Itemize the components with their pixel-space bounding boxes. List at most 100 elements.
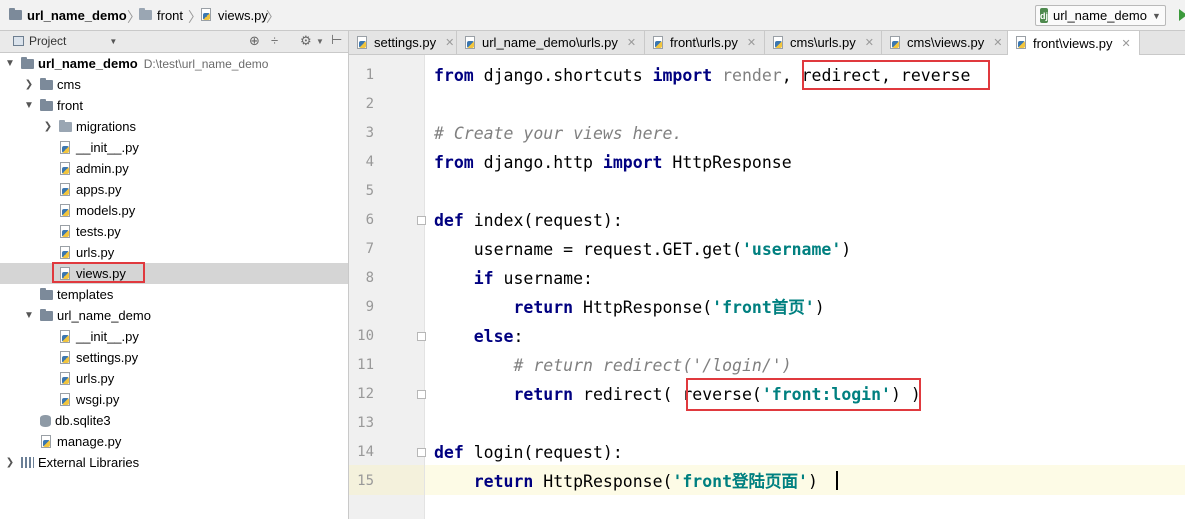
code-token: from — [434, 66, 474, 85]
tree-item[interactable]: urls.py — [0, 368, 390, 389]
editor-tab[interactable]: cms\views.py ✕ — [882, 31, 1008, 54]
code-line: if username: — [434, 264, 593, 293]
tree-item[interactable]: __init__.py — [0, 326, 390, 347]
breadcrumb-file[interactable]: views.py — [200, 0, 268, 30]
python-file-icon — [59, 203, 72, 218]
code-line: return HttpResponse('front首页') — [434, 293, 824, 322]
close-icon[interactable]: ✕ — [627, 36, 636, 49]
breadcrumb-project[interactable]: url_name_demo — [9, 0, 127, 30]
tree-item[interactable]: models.py — [0, 200, 390, 221]
tree-item[interactable]: wsgi.py — [0, 389, 390, 410]
chevron-right-icon[interactable]: ❯ — [4, 457, 16, 468]
folder-icon — [40, 77, 53, 90]
close-icon[interactable]: ✕ — [1121, 37, 1130, 50]
tree-item[interactable]: ❯ migrations — [0, 116, 390, 137]
code-token: import — [652, 66, 713, 85]
folder-icon — [59, 119, 72, 132]
tree-item[interactable]: ▼ url_name_demo — [0, 305, 371, 326]
hide-panel-icon[interactable]: ⊢ — [331, 32, 342, 48]
breadcrumb-front[interactable]: front — [139, 0, 183, 30]
annotation-highlight-views — [52, 262, 145, 283]
code-token: ) — [841, 240, 852, 259]
line-number: 3 — [365, 125, 374, 141]
folder-icon — [9, 8, 22, 20]
run-configuration-select[interactable]: dj url_name_demo ▼ — [1035, 5, 1166, 26]
tree-item[interactable]: ❯ External Libraries — [0, 452, 352, 473]
close-icon[interactable]: ✕ — [445, 36, 454, 49]
code-token: render — [712, 66, 782, 85]
chevron-down-icon[interactable]: ▼ — [23, 100, 35, 111]
chevron-down-icon[interactable]: ▼ — [23, 310, 35, 321]
line-number: 8 — [365, 270, 374, 286]
fold-marker-icon[interactable] — [417, 390, 426, 399]
tree-item-label: front — [57, 98, 84, 113]
folder-icon — [40, 98, 53, 111]
code-token: HttpResponse( — [573, 298, 713, 317]
chevron-down-icon[interactable]: ▼ — [4, 58, 16, 69]
code-token: import — [602, 153, 663, 172]
tree-item[interactable]: db.sqlite3 — [0, 410, 371, 431]
project-view-selector[interactable]: Project ▼ — [13, 34, 117, 48]
code-token: login(request): — [463, 443, 623, 462]
code-line: return HttpResponse('front登陆页面') — [434, 467, 818, 496]
gear-icon[interactable]: ⚙ — [300, 33, 312, 49]
fold-marker-icon[interactable] — [417, 448, 426, 457]
editor-tab[interactable]: front\urls.py ✕ — [645, 31, 765, 54]
folder-icon — [21, 56, 34, 69]
code-token: index(request): — [463, 211, 623, 230]
line-number: 13 — [357, 415, 374, 431]
project-panel-header: Project ▼ ⊕ ÷ ⚙ ▼ ⊢ — [0, 31, 348, 53]
tree-item[interactable]: __init__.py — [0, 137, 390, 158]
code-token: 'front登陆页面' — [672, 472, 808, 491]
python-file-icon — [200, 8, 213, 22]
chevron-right-icon[interactable]: ❯ — [23, 79, 35, 90]
code-line: # return redirect('/login/') — [434, 351, 791, 380]
editor-tab[interactable]: cms\urls.py ✕ — [765, 31, 882, 54]
tree-item[interactable]: ▼ front — [0, 95, 371, 116]
close-icon[interactable]: ✕ — [747, 36, 756, 49]
close-icon[interactable]: ✕ — [993, 36, 1002, 49]
line-number: 4 — [365, 154, 374, 170]
editor-tab[interactable]: url_name_demo\urls.py ✕ — [457, 31, 645, 54]
chevron-down-icon[interactable]: ▼ — [316, 37, 324, 46]
fold-marker-icon[interactable] — [417, 332, 426, 341]
tree-item-label: migrations — [76, 119, 136, 134]
collapse-icon[interactable]: ÷ — [271, 33, 278, 48]
fold-marker-icon[interactable] — [417, 216, 426, 225]
editor-tab[interactable]: front\views.py ✕ — [1008, 31, 1140, 55]
chevron-right-icon[interactable]: ❯ — [42, 121, 54, 132]
python-file-icon — [652, 35, 665, 50]
tree-item-label: urls.py — [76, 371, 115, 386]
close-icon[interactable]: ✕ — [865, 36, 874, 49]
tree-item[interactable]: ▼ url_name_demo D:\test\url_name_demo — [0, 53, 352, 74]
code-token: username: — [493, 269, 593, 288]
run-icon[interactable] — [1179, 9, 1185, 21]
line-number: 5 — [365, 183, 374, 199]
python-file-icon — [356, 35, 369, 50]
django-icon: dj — [1040, 8, 1048, 23]
tab-label: cms\urls.py — [790, 35, 856, 50]
tree-item-path: D:\test\url_name_demo — [143, 56, 269, 71]
tree-item-label: apps.py — [76, 182, 122, 197]
tree-item[interactable]: apps.py — [0, 179, 390, 200]
tree-item[interactable]: admin.py — [0, 158, 390, 179]
tree-item[interactable]: urls.py — [0, 242, 390, 263]
line-number: 11 — [357, 357, 374, 373]
tree-item-label: url_name_demo — [57, 308, 151, 323]
locate-icon[interactable]: ⊕ — [249, 33, 260, 49]
code-token: return — [513, 298, 574, 317]
tree-item[interactable]: ❯ cms — [0, 74, 371, 95]
tree-item[interactable]: tests.py — [0, 221, 390, 242]
tree-item-label: urls.py — [76, 245, 115, 260]
code-token: else — [473, 327, 514, 346]
editor-tab[interactable]: settings.py ✕ — [349, 31, 457, 54]
python-file-icon — [59, 140, 72, 155]
python-file-icon — [772, 35, 785, 50]
python-file-icon — [59, 161, 72, 176]
tree-item[interactable]: settings.py — [0, 347, 390, 368]
code-token: return — [473, 472, 534, 491]
tree-item[interactable]: manage.py — [0, 431, 371, 452]
tree-item[interactable]: templates — [0, 284, 371, 305]
